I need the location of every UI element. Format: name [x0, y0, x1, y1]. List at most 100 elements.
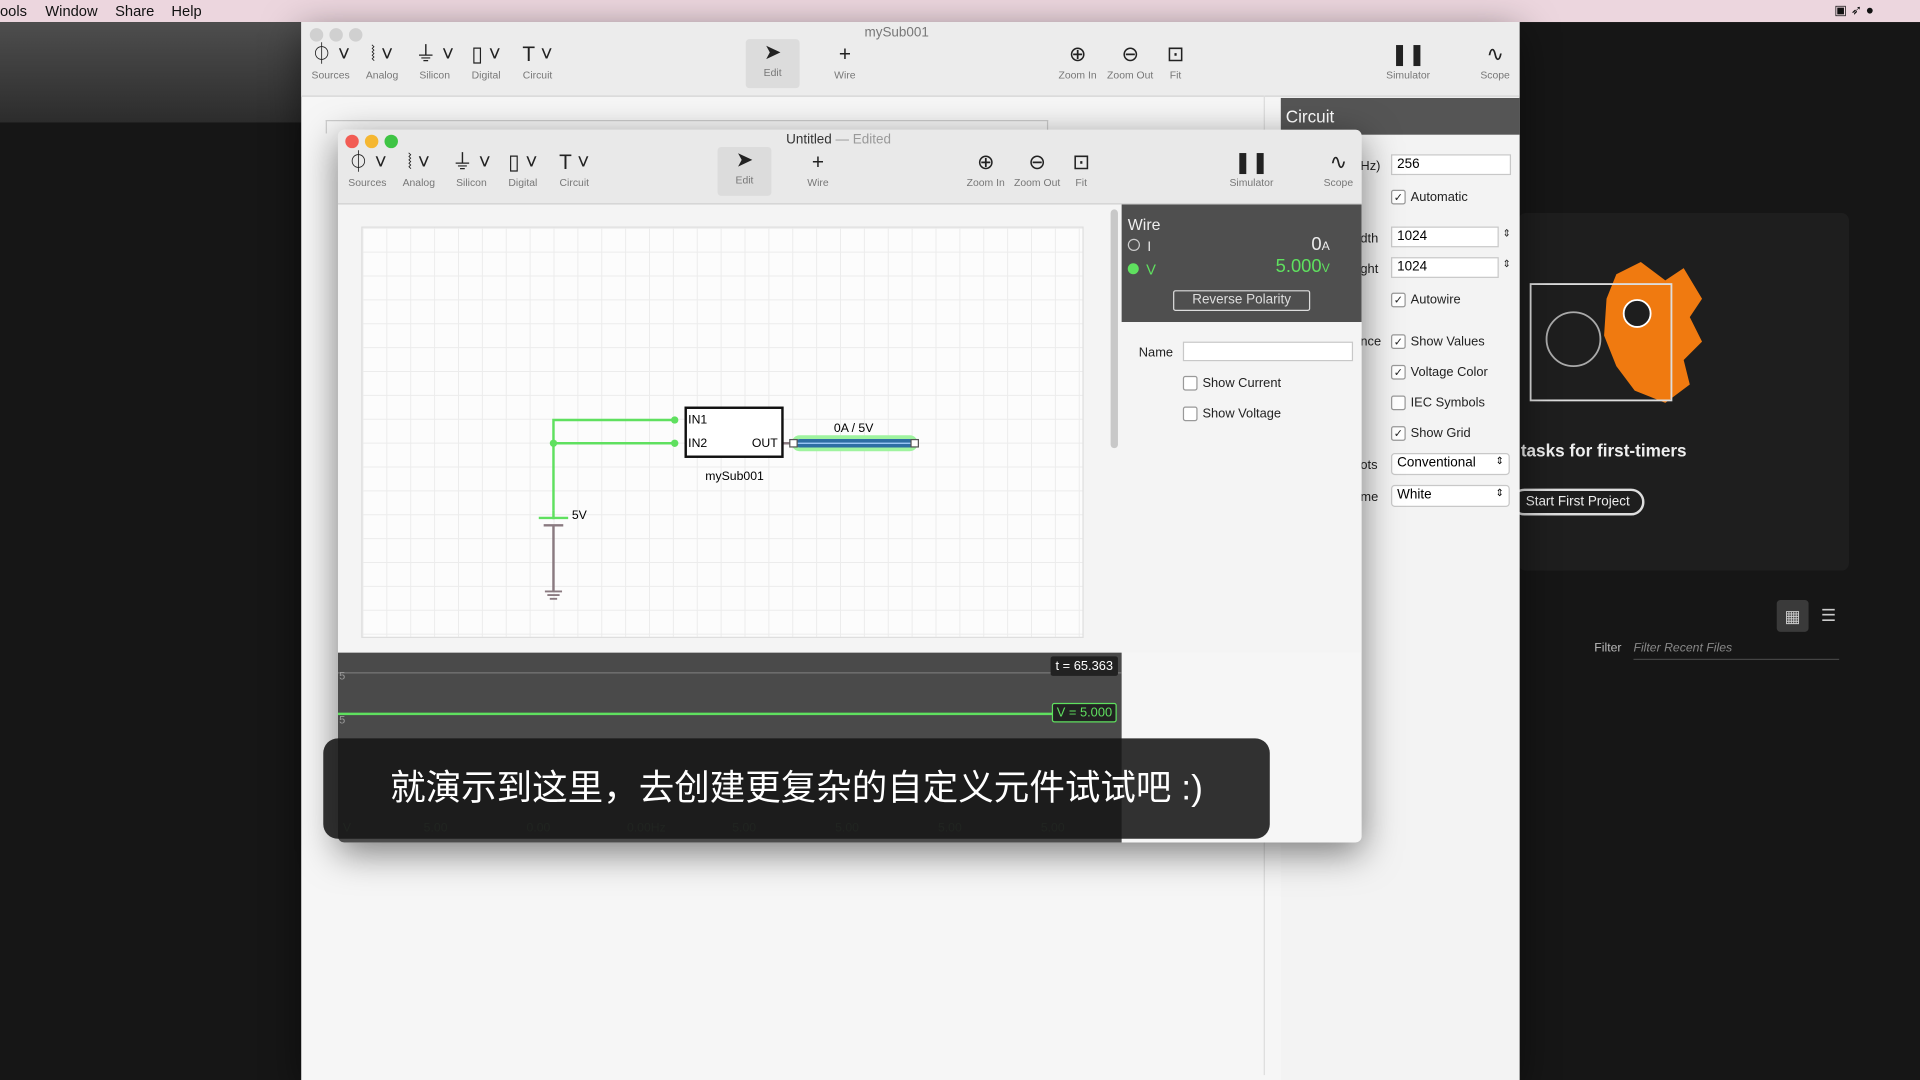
- toolbar-label: Simulator: [1229, 176, 1274, 189]
- toolbar-sources-button[interactable]: ⏀ ˅ Sources: [340, 149, 394, 189]
- simulator-icon: ❚❚: [1390, 42, 1426, 67]
- welcome-heading: tasks for first-timers: [1520, 440, 1687, 461]
- toolbar-simulator-button[interactable]: ❚❚ Simulator: [1381, 42, 1435, 81]
- toolbar-label: Zoom In: [966, 176, 1005, 189]
- inspector-title: Wire: [1127, 215, 1161, 234]
- iec-symbols-checkbox[interactable]: IEC Symbols: [1391, 396, 1485, 411]
- scope-axis-bottom: 5: [339, 713, 346, 727]
- toolbar-zoom-in-button[interactable]: ⊕ Zoom In: [1051, 42, 1105, 81]
- rate-label: Hz): [1360, 159, 1381, 174]
- name-input[interactable]: [1182, 341, 1354, 362]
- front-toolbar: Untitled — Edited ⏀ ˅ Sources ⦚ ˅ Analog ⏚ ˅…: [337, 129, 1362, 205]
- toolbar-circuit-button[interactable]: T ˅ Circuit: [511, 42, 565, 81]
- menu-help[interactable]: Help: [171, 2, 201, 19]
- height-field[interactable]: 1024: [1391, 257, 1499, 278]
- theme-select[interactable]: White ⇕: [1391, 484, 1510, 507]
- wire-icon: +: [811, 150, 825, 174]
- height-stepper[interactable]: ⇕: [1502, 258, 1510, 269]
- toolbar-label: Scope: [1480, 68, 1510, 81]
- menu-tools[interactable]: ools: [0, 2, 27, 19]
- toolbar-label: Silicon: [456, 176, 487, 189]
- status-icons: ▣ ➶ ●: [1834, 3, 1874, 19]
- component-name[interactable]: mySub001: [705, 470, 764, 483]
- toolbar-analog-button[interactable]: ⦚ ˅ Analog: [355, 42, 409, 81]
- close-button[interactable]: [345, 134, 359, 149]
- list-view-icon[interactable]: ☰: [1821, 605, 1836, 626]
- show-grid-checkbox[interactable]: ✓ Show Grid: [1391, 426, 1471, 442]
- toolbar-label: Edit: [735, 173, 754, 187]
- toolbar-zoom-in-button[interactable]: ⊕ Zoom In: [959, 149, 1013, 189]
- toolbar-digital-button[interactable]: ▯ ˅ Digital: [459, 42, 513, 81]
- toolbar-edit-button[interactable]: ➤ Edit: [745, 39, 800, 89]
- toolbar-silicon-button[interactable]: ⏚ ˅ Silicon: [444, 149, 498, 189]
- filter-input[interactable]: Filter Recent Files: [1633, 642, 1840, 661]
- toolbar-label: Simulator: [1386, 68, 1431, 81]
- toolbar-wire-button[interactable]: + Wire: [818, 42, 872, 81]
- digital-icon: ▯ ˅: [508, 150, 538, 174]
- circuit-icon: T ˅: [522, 42, 553, 67]
- back-toolbar: mySub001 ⏀ ˅ Sources ⦚ ˅ Analog ⏚ ˅ Silicon ▯ …: [301, 22, 1522, 97]
- reverse-polarity-button[interactable]: Reverse Polarity: [1173, 290, 1311, 312]
- toolbar-label: Analog: [365, 68, 399, 81]
- source-value-label: 5V: [571, 509, 587, 523]
- edit-icon: ➤: [763, 40, 782, 64]
- appearance-label: nce: [1360, 334, 1382, 349]
- scope-icon: ∿: [1329, 150, 1348, 174]
- toolbar-circuit-button[interactable]: T ˅ Circuit: [547, 149, 601, 189]
- canvas-area[interactable]: IN1 IN2 OUT mySub001 0A / 5V 5V: [337, 204, 1122, 653]
- toolbar-edit-button[interactable]: ➤ Edit: [717, 146, 772, 196]
- toolbar-fit-button[interactable]: ⊡ Fit: [1149, 42, 1203, 81]
- wire-properties: Name Show Current Show Voltage: [1121, 322, 1362, 653]
- plots-select[interactable]: Conventional ⇕: [1391, 453, 1510, 476]
- toolbar-sources-button[interactable]: ⏀ ˅ Sources: [304, 42, 358, 81]
- pin-in2-label: IN2: [688, 437, 708, 451]
- toolbar-label: Scope: [1323, 176, 1354, 189]
- scope-trace: [337, 712, 1055, 716]
- current-value: 0A: [1311, 233, 1330, 255]
- show-voltage-checkbox[interactable]: Show Voltage: [1182, 407, 1281, 422]
- toolbar-label: Wire: [807, 176, 829, 189]
- menu-window[interactable]: Window: [45, 2, 97, 19]
- sources-icon: ⏀ ˅: [311, 42, 350, 67]
- toolbar-digital-button[interactable]: ▯ ˅ Digital: [496, 149, 550, 189]
- current-radio[interactable]: I: [1127, 238, 1151, 255]
- width-label: dth: [1360, 231, 1379, 247]
- fit-icon: ⊡: [1072, 150, 1090, 174]
- front-window: Untitled — Edited ⏀ ˅ Sources ⦚ ˅ Analog ⏚ ˅…: [337, 129, 1362, 843]
- pin-in1-label: IN1: [688, 413, 708, 428]
- toolbar-fit-button[interactable]: ⊡ Fit: [1054, 149, 1108, 189]
- scope-value: V = 5.000: [1051, 702, 1118, 723]
- edit-icon: ➤: [735, 148, 754, 172]
- voltage-color-checkbox[interactable]: ✓ Voltage Color: [1391, 365, 1488, 380]
- wire-inspector: Wire I 0A V 5.000V Reverse Polarity: [1121, 204, 1362, 323]
- zoom-button[interactable]: [384, 134, 398, 149]
- toolbar-analog-button[interactable]: ⦚ ˅ Analog: [392, 149, 446, 189]
- height-label: ght: [1360, 262, 1379, 277]
- show-current-checkbox[interactable]: Show Current: [1182, 376, 1281, 391]
- plots-label: ots: [1360, 457, 1378, 473]
- grid-view-icon[interactable]: ▦: [1776, 600, 1809, 632]
- toolbar-wire-button[interactable]: + Wire: [791, 149, 845, 189]
- voltage-value: 5.000V: [1275, 255, 1330, 277]
- menu-share[interactable]: Share: [115, 2, 154, 19]
- toolbar-label: Circuit: [559, 176, 590, 189]
- width-stepper[interactable]: ⇕: [1502, 228, 1510, 239]
- toolbar-scope-button[interactable]: ∿ Scope: [1311, 149, 1361, 189]
- start-first-project-button[interactable]: Start First Project: [1511, 488, 1645, 516]
- video-subtitle: 就演示到这里，去创建更复杂的自定义元件试试吧 :): [323, 738, 1270, 839]
- voltage-radio[interactable]: V: [1127, 261, 1156, 278]
- toolbar-label: Sources: [348, 176, 387, 189]
- toolbar-simulator-button[interactable]: ❚❚ Simulator: [1224, 149, 1278, 189]
- show-values-checkbox[interactable]: ✓ Show Values: [1391, 334, 1485, 350]
- automatic-checkbox[interactable]: ✓ Automatic: [1391, 190, 1468, 205]
- autowire-checkbox[interactable]: ✓ Autowire: [1391, 293, 1461, 308]
- scope-axis-top: 5: [339, 669, 346, 683]
- silicon-icon: ⏚ ˅: [452, 150, 491, 174]
- simulator-icon: ❚❚: [1233, 150, 1269, 174]
- width-field[interactable]: 1024: [1391, 226, 1499, 248]
- toolbar-silicon-button[interactable]: ⏚ ˅ Silicon: [408, 42, 462, 81]
- minimize-button[interactable]: [364, 134, 379, 149]
- toolbar-scope-button[interactable]: ∿ Scope: [1468, 42, 1522, 81]
- toolbar-label: Fit: [1169, 68, 1182, 81]
- rate-field[interactable]: 256: [1391, 154, 1512, 176]
